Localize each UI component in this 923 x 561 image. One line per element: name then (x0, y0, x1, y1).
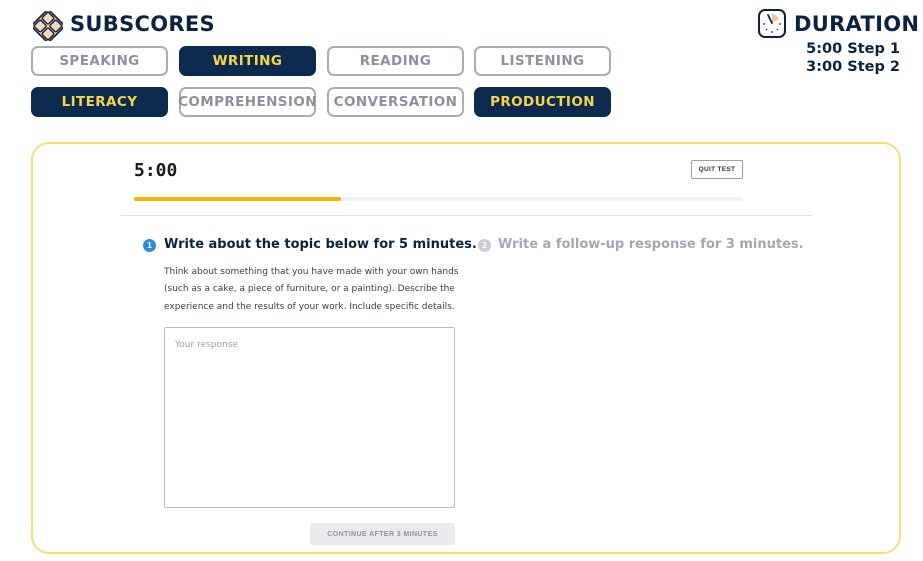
response-textarea[interactable] (164, 327, 455, 508)
duration-step-1: 5:00 Step 1 (806, 41, 900, 57)
subscore-pill-reading[interactable]: READING (327, 46, 464, 76)
step-1-heading: Write about the topic below for 5 minute… (164, 237, 477, 252)
subscore-pill-literacy[interactable]: LITERACY (31, 87, 168, 117)
countdown-timer: 5:00 (134, 160, 178, 181)
test-card (31, 142, 901, 554)
progress-bar (134, 197, 743, 201)
quit-test-button[interactable]: QUIT TEST (691, 160, 743, 179)
step-2-heading: Write a follow-up response for 3 minutes… (498, 237, 804, 252)
subscore-pill-writing[interactable]: WRITING (179, 46, 316, 76)
step-2-badge: 2 (478, 239, 491, 252)
prompt-line: experience and the results of your work.… (164, 301, 455, 312)
prompt-line: (such as a cake, a piece of furniture, o… (164, 284, 455, 295)
duration-title: DURATION (794, 12, 920, 36)
subscore-pill-speaking[interactable]: SPEAKING (31, 46, 168, 76)
subscore-pill-production[interactable]: PRODUCTION (474, 87, 611, 117)
prompt-line: Think about something that you have made… (164, 267, 459, 277)
clock-icon (758, 9, 786, 38)
continue-button[interactable]: CONTINUE AFTER 3 MINUTES (310, 523, 455, 545)
subscores-title: SUBSCORES (70, 12, 215, 36)
duration-step-2: 3:00 Step 2 (806, 59, 900, 75)
divider (120, 215, 812, 216)
diamond-grid-icon (33, 11, 63, 41)
subscore-pill-comprehension[interactable]: COMPREHENSION (178, 87, 317, 117)
subscore-pill-conversation[interactable]: CONVERSATION (327, 87, 464, 117)
writing-prompt: Think about something that you have made… (164, 264, 464, 316)
subscore-pill-listening[interactable]: LISTENING (474, 46, 611, 76)
step-1-badge: 1 (143, 239, 156, 252)
progress-bar-fill (134, 197, 342, 201)
